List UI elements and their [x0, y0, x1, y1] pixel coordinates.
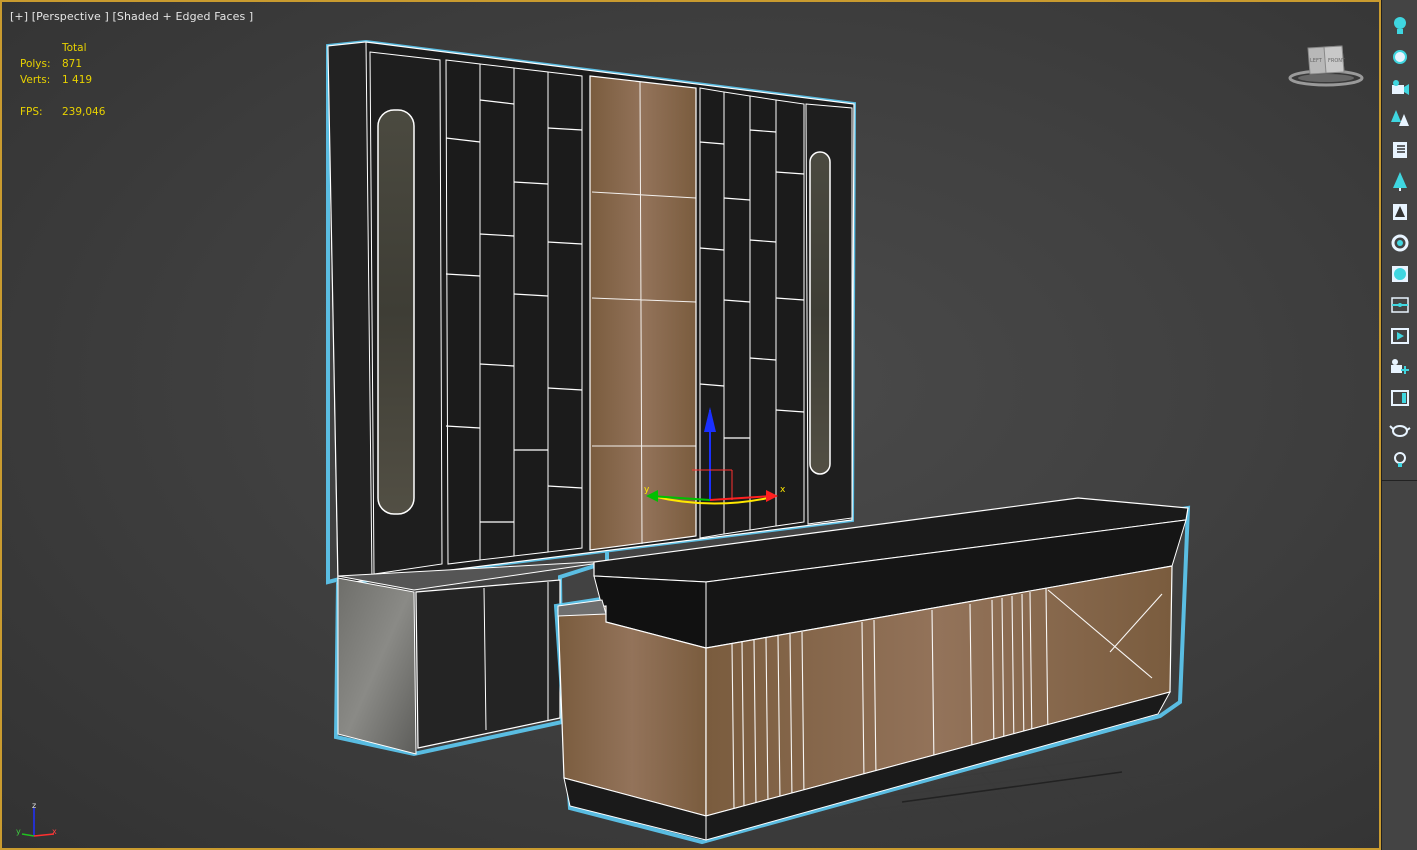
toolbar-divider: [1382, 480, 1417, 481]
tree-icon[interactable]: [1388, 169, 1412, 193]
viewport-view-menu[interactable]: [Perspective ]: [32, 10, 109, 23]
viewport-statistics: Total Polys: 871 Verts: 1 419 FPS: 239,046: [20, 40, 105, 120]
verts-value: 1 419: [62, 74, 93, 86]
axis-tripod: z x y: [16, 801, 57, 837]
material-sphere-icon[interactable]: [1388, 262, 1412, 286]
tree-card-icon[interactable]: [1388, 200, 1412, 224]
viewport-target-icon[interactable]: [1388, 293, 1412, 317]
viewcube[interactable]: LEFT FRONT: [1288, 42, 1366, 88]
viewport-shading-menu[interactable]: [Shaded + Edged Faces ]: [113, 10, 254, 23]
render-frame-icon[interactable]: [1388, 324, 1412, 348]
gizmo-y-label: y: [644, 485, 650, 495]
rotate-icon[interactable]: [1388, 231, 1412, 255]
layout-icon[interactable]: [1388, 386, 1412, 410]
sun-icon[interactable]: [1388, 45, 1412, 69]
viewport-menu-plus[interactable]: [+]: [10, 10, 28, 23]
camera-add-icon[interactable]: [1388, 355, 1412, 379]
perspective-viewport[interactable]: x y [+] [Perspective ] [Shaded + Edged F…: [0, 0, 1381, 850]
camera-icon[interactable]: [1388, 76, 1412, 100]
axis-x-label: x: [52, 827, 57, 836]
stats-header: Total: [62, 42, 87, 54]
polys-value: 871: [62, 58, 83, 70]
polys-label: Polys:: [20, 58, 51, 70]
document-icon[interactable]: [1388, 138, 1412, 162]
reception-desk: [553, 497, 1191, 845]
viewcube-front-face: FRONT: [1328, 58, 1346, 64]
fps-value: 239,046: [62, 106, 106, 118]
fps-label: FPS:: [20, 106, 43, 118]
right-toolbar: [1381, 0, 1417, 850]
teapot-icon[interactable]: [1388, 417, 1412, 441]
viewport-label[interactable]: [+] [Perspective ] [Shaded + Edged Faces…: [10, 10, 253, 23]
viewcube-left-face: LEFT: [1310, 58, 1323, 64]
axis-y-label: y: [16, 827, 21, 836]
bulb-small-icon[interactable]: [1388, 448, 1412, 472]
trees-icon[interactable]: [1388, 107, 1412, 131]
gizmo-x-label: x: [780, 485, 786, 495]
light-bulb-icon[interactable]: [1388, 14, 1412, 38]
verts-label: Verts:: [20, 74, 51, 86]
axis-z-label: z: [32, 801, 36, 810]
scene-3d-geometry[interactable]: x y: [2, 2, 1381, 850]
